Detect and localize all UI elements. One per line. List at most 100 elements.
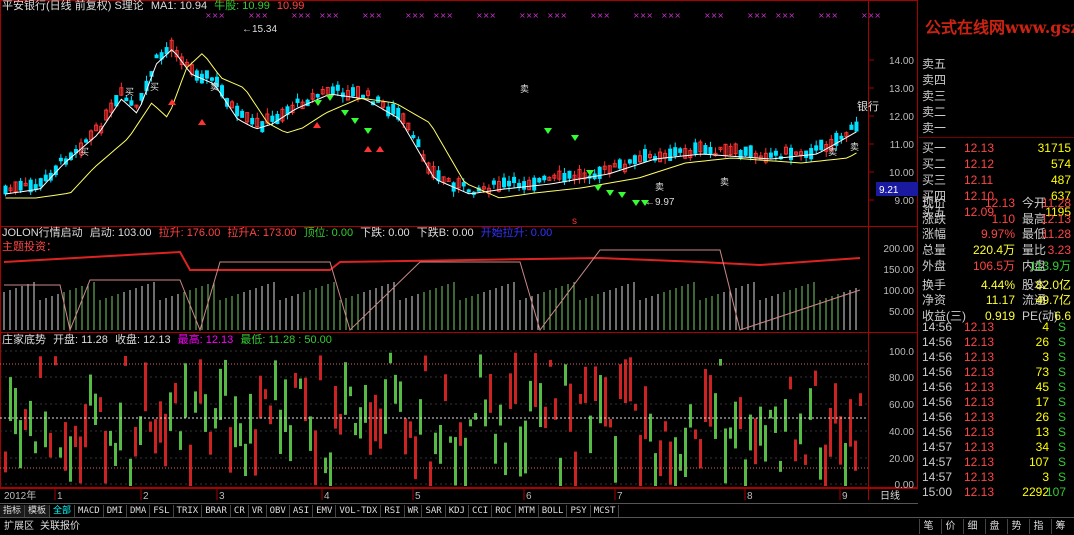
candle-body [809,148,814,160]
ind2-bar [644,386,647,440]
panel-tab[interactable]: 指 [1029,519,1047,534]
indicator-tab[interactable]: OBV [267,505,290,517]
candle-body [250,117,255,125]
indicator-tab[interactable]: EMV [313,505,337,517]
candle-body [748,145,753,159]
ask-row[interactable]: 卖五 [919,56,1074,72]
indicator-tab[interactable]: WR [405,505,423,517]
candle-body [668,148,673,161]
ind2-bar [554,398,557,420]
indicator-tab[interactable]: CCI [469,505,493,517]
ind2-bar [769,409,772,419]
candle-body [466,189,471,193]
panel-tab[interactable]: 盘 [985,519,1003,534]
indicator-tab[interactable]: BOLL [539,505,568,517]
ind2-bar [724,428,727,484]
ind2-bar [749,414,752,451]
ind2-bar [354,422,357,436]
ind2-bar [179,431,182,450]
candle-body [335,84,340,91]
expand-area-button[interactable]: 扩展区 [0,519,38,534]
candle-body [139,92,144,101]
indicator-tab[interactable]: 指标 [0,505,26,517]
tick-time: 14:56 [922,395,953,409]
indicator-tab[interactable]: VR [249,505,267,517]
quote-row: 现价 12.13 今开 11.28 [919,196,1074,211]
indicator-tab[interactable]: KDJ [446,505,469,517]
ind2-bar [674,437,677,486]
kline-chart-svg[interactable]: 14.0013.0012.0011.0010.009.00200.00150.0… [0,0,918,500]
indicator-tab[interactable]: MACD [75,505,104,517]
indicator-tab[interactable]: TRIX [174,505,203,517]
indicator-tab[interactable]: BRAR [202,505,231,517]
orderbook-divider [919,137,1074,138]
main-y-label: 10.00 [889,168,914,179]
indicator-tab[interactable]: 模板 [25,505,51,517]
tick-time: 14:56 [922,350,953,364]
ind2-bar [754,418,757,465]
quote-label: 涨跌 [922,211,947,226]
ind2-bar [804,454,807,465]
bid-row[interactable]: 买三 12.11 487 [919,172,1074,188]
ind2-bar [14,388,17,435]
panel-tab[interactable]: 细 [963,519,981,534]
ask-row[interactable]: 卖一 [919,120,1074,136]
ask-row[interactable]: 卖三 [919,88,1074,104]
ind2-bar [479,354,482,378]
indicator-tab[interactable]: MTM [516,505,539,517]
indicator-tab[interactable]: 全部 [50,505,76,517]
level-price: 12.13 [964,141,995,155]
level-label: 卖五 [922,57,947,71]
level-label: 买二 [922,157,947,171]
ind2-bar [109,430,112,446]
level-label: 卖四 [922,73,947,87]
bottom-bar: 扩展区 关联报价 笔价细盘势指筹 [0,517,1074,535]
indicator-tab[interactable]: PSY [567,505,591,517]
ind1-pink-line [4,249,861,332]
ind2-bar [454,437,457,486]
ind2-bar [444,374,447,402]
indicator-tab[interactable]: ASI [290,505,314,517]
indicator-tab[interactable]: CR [231,505,249,517]
quote-label: 量比 [1022,243,1047,258]
ind2-bar [709,375,712,427]
indicator-tab[interactable]: ROC [492,505,516,517]
panel-tab[interactable]: 价 [941,519,959,534]
indicator-tab[interactable]: DMI [104,505,127,517]
buy-arrow-icon [313,122,321,128]
panel-tab[interactable]: 筹 [1051,519,1069,534]
indicator-tab[interactable]: MCST [591,505,620,517]
ind2-bar [209,431,212,455]
bid-row[interactable]: 买二 12.12 574 [919,156,1074,172]
quote-panel: 公式在线网www.gszx.com.cn 卖五 卖四 卖三 卖二 卖一 买一 1… [919,0,1074,515]
tick-price: 12.13 [964,485,995,499]
chart-area[interactable]: 14.00 13.00 12.00 11.00 10.00 9.00 200.00 150.0… [0,0,918,500]
indicator-tab[interactable]: DMA [127,505,151,517]
top-signal-mark: ××× [476,11,496,20]
ind2-bar [529,380,532,412]
ind2-bar [279,409,282,454]
ind2-bar [309,416,312,451]
ind2-bar [634,403,637,411]
panel-tab[interactable]: 势 [1007,519,1025,534]
ind2-bar [369,402,372,455]
tick-row: 14:56 12.13 45 S [919,380,1074,395]
indicator-tab[interactable]: SAR [422,505,446,517]
quote-value: 106.5万 [972,258,1015,273]
quote-label: 涨幅 [922,227,947,242]
quote-value: 82.0亿 [1035,277,1071,292]
ind2-bar [434,432,437,455]
related-quote-button[interactable]: 关联报价 [36,519,84,534]
indicator-tab[interactable]: VOL-TDX [336,505,382,517]
panel-tab[interactable]: 笔 [919,519,937,534]
ind2-bar [584,366,587,403]
ask-row[interactable]: 卖四 [919,72,1074,88]
indicator-tab[interactable]: RSI [381,505,405,517]
tick-price: 12.13 [964,395,995,409]
ind2-bar [394,374,397,404]
ask-row[interactable]: 卖二 [919,104,1074,120]
ind2-bar [499,404,502,426]
indicator-tab[interactable]: FSL [150,505,174,517]
ind2-bar [289,425,292,462]
bid-row[interactable]: 买一 12.13 31715 [919,140,1074,156]
